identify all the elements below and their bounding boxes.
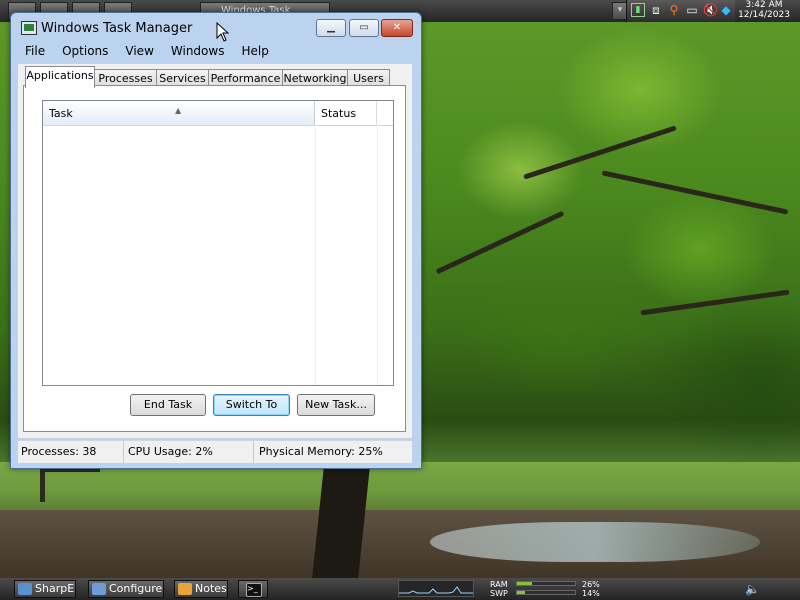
wallpaper-branch: [435, 210, 565, 275]
taskbar-terminal-button[interactable]: >_: [238, 580, 268, 598]
column-divider: [315, 125, 316, 385]
applications-panel: ▲ Task Status End Task Switch To New Tas…: [23, 85, 406, 432]
minimize-button[interactable]: ▁: [316, 19, 346, 37]
display-icon[interactable]: ▭: [685, 3, 699, 17]
clock-time: 3:42 AM: [745, 0, 783, 10]
close-button[interactable]: ✕: [381, 19, 413, 37]
swp-meter-fill: [517, 591, 526, 594]
menu-file[interactable]: File: [15, 41, 52, 61]
maximize-button[interactable]: ▭: [349, 19, 379, 37]
terminal-icon: >_: [246, 583, 262, 597]
task-manager-icon: [21, 21, 37, 35]
network-disconnected-icon[interactable]: ⧈: [649, 3, 663, 17]
system-tray: ▮ ⧈ ⚲ ▭ 🔇 ◆: [626, 0, 735, 22]
menu-options[interactable]: Options: [52, 41, 115, 61]
ram-value: 26%: [582, 580, 600, 589]
clock-date: 12/14/2023: [738, 10, 790, 20]
end-task-button[interactable]: End Task: [130, 394, 206, 416]
swp-meter: [516, 590, 576, 595]
menu-windows[interactable]: Windows: [161, 41, 232, 61]
menu-bar: File Options View Windows Help: [15, 41, 276, 61]
wallpaper-bench: [40, 466, 100, 502]
column-divider: [377, 125, 378, 385]
window-client-area: Applications Processes Services Performa…: [18, 64, 412, 438]
swp-label: SWP: [490, 589, 508, 598]
ram-meter-fill: [517, 582, 533, 585]
column-header-status-label: Status: [321, 107, 357, 120]
status-memory: Physical Memory: 25%: [259, 445, 383, 458]
swp-value: 14%: [582, 589, 600, 598]
sharpe-icon: [18, 583, 32, 595]
task-list[interactable]: ▲ Task Status: [42, 100, 394, 386]
cpu-graph: [398, 580, 474, 597]
diamond-icon[interactable]: ◆: [719, 3, 733, 17]
taskbar-sharpe-button[interactable]: SharpE: [14, 580, 76, 598]
volume-icon[interactable]: 🔈: [745, 582, 760, 596]
wallpaper-branch: [601, 170, 789, 215]
search-icon[interactable]: ⚲: [667, 3, 681, 17]
volume-muted-icon[interactable]: 🔇: [703, 3, 718, 17]
status-processes: Processes: 38: [18, 441, 124, 463]
mouse-cursor-icon: [216, 22, 230, 42]
taskbar-configure-button[interactable]: Configure: [88, 580, 164, 598]
bottom-taskbar: SharpE Configure Notes >_ RAM 26% SWP 14…: [0, 578, 800, 600]
status-bar: Processes: 38 CPU Usage: 2% Physical Mem…: [18, 440, 412, 463]
ram-meter: [516, 581, 576, 586]
new-task-button[interactable]: New Task...: [297, 394, 375, 416]
menu-help[interactable]: Help: [231, 41, 275, 61]
column-header-status[interactable]: Status: [315, 101, 377, 125]
terminal-icon[interactable]: ▮: [631, 3, 645, 17]
ram-label: RAM: [490, 580, 508, 589]
switch-to-button[interactable]: Switch To: [213, 394, 290, 416]
wallpaper-branch: [640, 289, 790, 316]
taskbar-sharpe-label: SharpE: [35, 582, 75, 595]
notes-icon: [178, 583, 192, 595]
column-header-task[interactable]: ▲ Task: [43, 101, 315, 125]
window-title: Windows Task Manager: [41, 21, 193, 36]
cpu-graph-line: [399, 586, 473, 594]
task-list-header: ▲ Task Status: [43, 101, 393, 126]
configure-icon: [92, 583, 106, 595]
status-cpu: CPU Usage: 2%: [124, 441, 254, 463]
tab-applications[interactable]: Applications: [25, 66, 95, 88]
taskbar-configure-label: Configure: [109, 582, 163, 595]
menu-view[interactable]: View: [115, 41, 160, 61]
clock[interactable]: 3:42 AM 12/14/2023: [732, 0, 796, 20]
sort-ascending-icon: ▲: [175, 106, 182, 115]
task-manager-window: Windows Task Manager ▁ ▭ ✕ File Options Vi…: [10, 12, 422, 469]
taskbar-notes-label: Notes: [195, 582, 227, 595]
taskbar-notes-button[interactable]: Notes: [174, 580, 228, 598]
column-header-task-label: Task: [49, 107, 73, 120]
wallpaper-stream: [430, 522, 760, 562]
wallpaper-branch: [523, 125, 677, 180]
